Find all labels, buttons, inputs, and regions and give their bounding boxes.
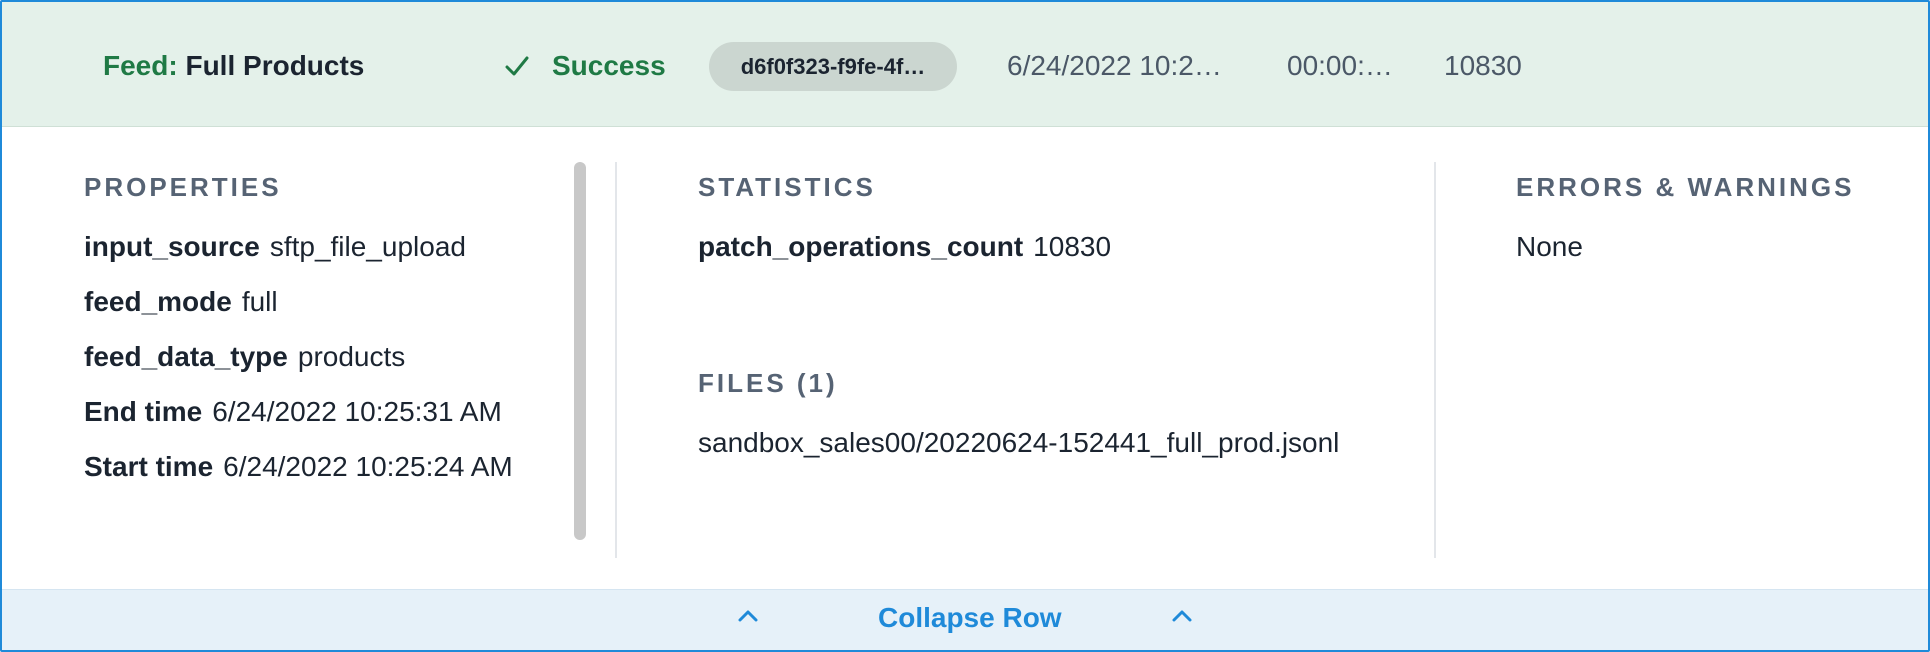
chevron-up-icon — [1170, 606, 1194, 626]
run-duration: 00:00:… — [1287, 50, 1393, 81]
statistic-key: patch_operations_count — [698, 231, 1024, 262]
property-value: products — [297, 341, 406, 372]
files-title: FILES (1) — [698, 368, 838, 398]
statistic-row: patch_operations_count 10830 — [698, 231, 1111, 263]
statistic-value: 10830 — [1033, 231, 1112, 262]
property-row: input_source sftp_file_upload — [84, 231, 466, 263]
property-row: Start time 6/24/2022 10:25:24 AM — [84, 451, 513, 483]
errors-value: None — [1516, 231, 1583, 262]
properties-title: PROPERTIES — [84, 172, 282, 202]
check-icon — [504, 53, 530, 79]
property-key: feed_data_type — [84, 341, 288, 372]
column-divider — [615, 162, 617, 558]
properties-scrollbar[interactable] — [574, 162, 586, 540]
run-date: 6/24/2022 10:2… — [1007, 50, 1222, 81]
collapse-row-button[interactable]: Collapse Row — [878, 602, 1062, 634]
property-value: sftp_file_upload — [269, 231, 466, 262]
file-item: sandbox_sales00/20220624-152441_full_pro… — [698, 427, 1340, 458]
feed-name: Full Products — [185, 50, 365, 81]
statistics-title: STATISTICS — [698, 172, 876, 202]
row-header[interactable]: Feed: Full Products Success d6f0f323-f9f… — [2, 2, 1928, 127]
feed-title: Feed: Full Products — [103, 50, 364, 82]
property-key: input_source — [84, 231, 260, 262]
property-key: End time — [84, 396, 203, 427]
property-row: End time 6/24/2022 10:25:31 AM — [84, 396, 502, 428]
run-id-pill[interactable]: d6f0f323-f9fe-4f… — [709, 42, 957, 91]
chevron-up-icon — [736, 606, 760, 626]
column-divider — [1434, 162, 1436, 558]
collapse-row-bar[interactable]: Collapse Row — [2, 589, 1928, 650]
property-value: 6/24/2022 10:25:31 AM — [212, 396, 502, 427]
property-value: full — [241, 286, 278, 317]
errors-title: ERRORS & WARNINGS — [1516, 172, 1855, 202]
property-row: feed_mode full — [84, 286, 278, 318]
property-row: feed_data_type products — [84, 341, 405, 373]
status-text: Success — [552, 50, 666, 81]
property-value: 6/24/2022 10:25:24 AM — [223, 451, 513, 482]
feed-label: Feed: — [103, 50, 178, 81]
property-key: feed_mode — [84, 286, 232, 317]
feed-run-row: Feed: Full Products Success d6f0f323-f9f… — [0, 0, 1930, 652]
status-badge: Success — [504, 50, 666, 82]
run-count: 10830 — [1444, 50, 1522, 81]
property-key: Start time — [84, 451, 214, 482]
